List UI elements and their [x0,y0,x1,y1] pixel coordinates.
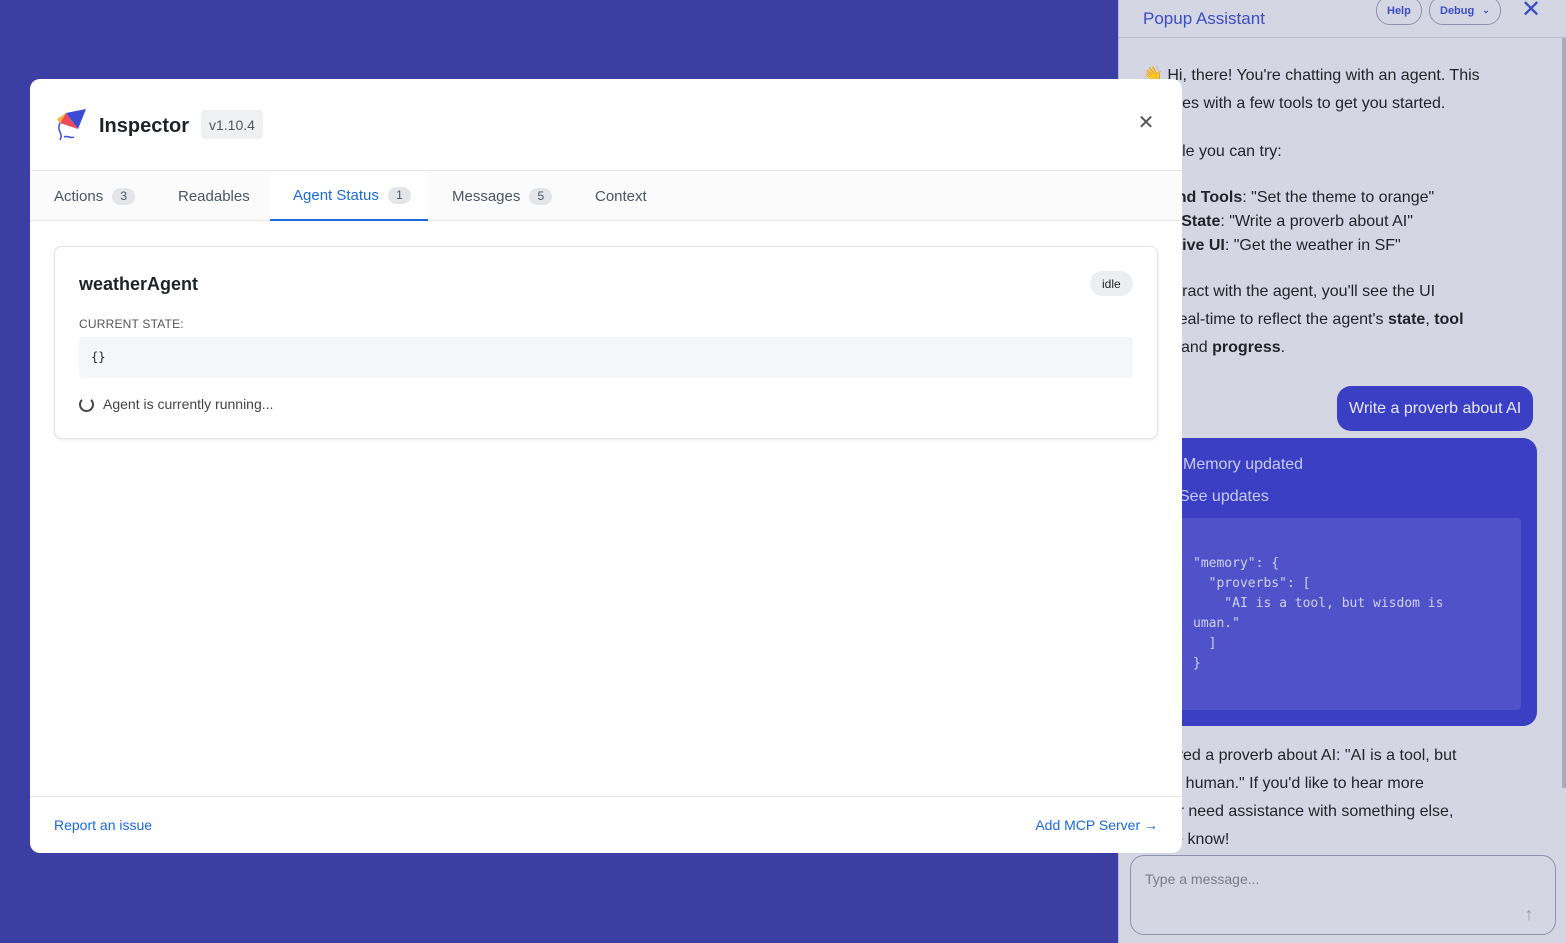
see-updates-link[interactable]: See updates [1179,488,1269,506]
assistant-header: Popup Assistant Help Debug ⌄ ✕ [1119,0,1566,38]
debug-button[interactable]: Debug ⌄ [1429,0,1501,25]
tool-call-card: Memory updated See updates "memory": { "… [1143,438,1537,726]
state-value: {} [79,337,1133,378]
tab-label: Agent Status [293,186,379,204]
message-input[interactable] [1145,871,1505,887]
interact-text-line: u interact with the agent, you'll see th… [1143,283,1436,300]
intro-text-line: t comes with a few tools to get you star… [1143,95,1446,112]
tab-count: 1 [387,186,411,204]
interact-sep: , [1425,311,1435,328]
spinner-icon [79,396,94,412]
close-icon[interactable]: ✕ [1519,0,1543,22]
tab-readables[interactable]: Readables [178,171,250,221]
running-indicator: Agent is currently running... [79,396,273,412]
interact-end: . [1280,339,1286,356]
tool-call-code: "memory": { "proverbs": [ "AI is a tool,… [1163,518,1521,710]
tab-label: Actions [54,187,104,205]
interact-text: and [1181,339,1213,356]
running-text: Agent is currently running... [103,396,274,412]
report-issue-link[interactable]: Report an issue [54,817,152,833]
interact-text-line: and progress. [1181,334,1285,362]
user-message: Write a proverb about AI [1337,386,1534,431]
scrollbar[interactable] [1562,38,1566,788]
inspector-tabs: Actions 3 Readables Agent Status 1 Message… [30,171,1182,221]
message-input-box: ↑ [1130,855,1556,935]
interact-progress: progress [1212,339,1281,356]
status-badge: idle [1090,271,1133,296]
tab-agent-status[interactable]: Agent Status 1 [270,171,428,221]
tab-count: 3 [112,187,136,205]
assistant-title: Popup Assistant [1143,8,1265,28]
tab-label: Readables [178,187,250,205]
tab-label: Context [595,187,647,205]
version-badge: v1.10.4 [201,110,263,139]
tab-context[interactable]: Context [595,171,647,221]
help-label: Help [1387,4,1411,17]
agent-card: weatherAgent idle CURRENT STATE: {} Agen… [54,246,1158,439]
chevron-down-icon: ⌄ [1482,5,1490,15]
tab-actions[interactable]: Actions 3 [54,171,136,221]
inspector-header: Inspector v1.10.4 ✕ [30,79,1182,171]
state-label: CURRENT STATE: [79,317,184,331]
tab-count: 5 [529,187,553,205]
tool-call-title: Memory updated [1183,456,1304,473]
assistant-reply-line: om is human." If you'd like to hear more [1143,775,1424,792]
inspector-footer: Report an issue Add MCP Server → [30,796,1182,853]
add-mcp-server-link[interactable]: Add MCP Server → [1035,817,1158,833]
agent-name: weatherAgent [79,274,199,294]
debug-label: Debug [1440,4,1475,17]
tab-messages[interactable]: Messages 5 [452,171,553,221]
user-message-text: Write a proverb about AI [1349,399,1522,417]
tab-label: Messages [452,187,521,205]
help-button[interactable]: Help [1376,0,1422,25]
assistant-reply-line: e stored a proverb about AI: "AI is a to… [1143,747,1457,764]
popup-assistant: Popup Assistant Help Debug ⌄ ✕ 👋 Hi, ther… [1118,0,1566,943]
interact-tool: tool [1434,311,1464,328]
example-item-text: : "Get the weather in SF" [1224,237,1401,254]
close-icon[interactable]: ✕ [1135,112,1157,134]
inspector-modal: Inspector v1.10.4 ✕ Actions 3 Readables A… [30,79,1182,853]
interact-text-line: e in real-time to reflect the agent's st… [1143,306,1464,334]
inspector-title: Inspector [99,115,190,137]
assistant-reply-line: rbs or need assistance with something el… [1143,803,1454,820]
kite-logo-icon [57,109,86,141]
example-item-text: : "Set the theme to orange" [1242,189,1435,206]
send-arrow-icon[interactable]: ↑ [1517,902,1541,926]
intro-text-line: 👋 Hi, there! You're chatting with an age… [1143,67,1480,84]
example-item-text: : "Write a proverb about AI" [1220,213,1413,230]
interact-state: state [1387,311,1426,328]
